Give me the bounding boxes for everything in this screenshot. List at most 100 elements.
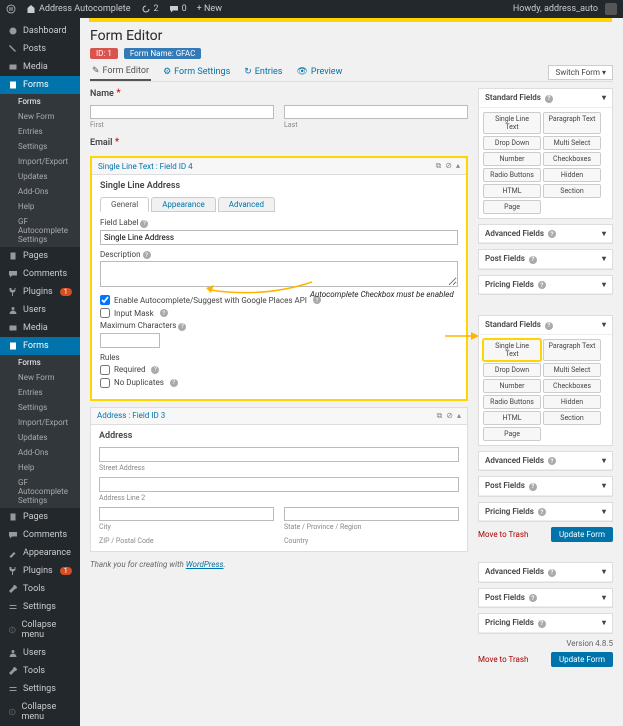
submenu2-addons[interactable]: Add-Ons	[0, 445, 80, 460]
fbtn-page2[interactable]: Page	[483, 427, 541, 441]
menu-settings[interactable]: Settings	[0, 598, 80, 616]
sp-head-adv[interactable]: Advanced Fields ?▾	[479, 225, 612, 244]
fbtn-num[interactable]: Number	[483, 152, 541, 166]
name-last-input[interactable]	[284, 105, 468, 119]
help-icon[interactable]: ?	[170, 379, 178, 387]
menu-comments2[interactable]: Comments	[0, 526, 80, 544]
menu-users2[interactable]: Users	[0, 644, 80, 662]
fbtn-ms2[interactable]: Multi Select	[543, 363, 601, 377]
required-checkbox[interactable]	[100, 365, 110, 375]
sp-head-post[interactable]: Post Fields ?▾	[479, 250, 612, 269]
submenu2-import[interactable]: Import/Export	[0, 415, 80, 430]
submenu-help[interactable]: Help	[0, 199, 80, 214]
menu-pages[interactable]: Pages	[0, 247, 80, 265]
sp-head-pricing[interactable]: Pricing Fields ?▾	[479, 276, 612, 295]
fbtn-hid[interactable]: Hidden	[543, 168, 601, 182]
fbtn-page[interactable]: Page	[483, 200, 541, 214]
update-form-button2[interactable]: Update Form	[551, 652, 613, 667]
fbtn-rb[interactable]: Radio Buttons	[483, 168, 541, 182]
field-label-input[interactable]	[100, 230, 458, 245]
submenu-settings[interactable]: Settings	[0, 139, 80, 154]
tab-entries[interactable]: ↻ Entries	[242, 64, 284, 80]
sp-head-adv3[interactable]: Advanced Fields ?▾	[479, 563, 612, 582]
addr-line2-input[interactable]	[99, 477, 459, 492]
menu-media[interactable]: Media	[0, 58, 80, 76]
submenu2-help[interactable]: Help	[0, 460, 80, 475]
tab-form-editor[interactable]: ✎ Form Editor	[90, 63, 151, 81]
panel-del-icon[interactable]: ⊘	[445, 161, 452, 171]
submenu-forms[interactable]: Forms	[0, 94, 80, 109]
addr-city-input[interactable]	[99, 507, 274, 521]
submenu2-settings[interactable]: Settings	[0, 400, 80, 415]
help-icon[interactable]: ?	[140, 220, 148, 228]
tab-form-settings[interactable]: ⚙ Form Settings	[161, 64, 232, 80]
submenu-gfac[interactable]: GF Autocomplete Settings	[0, 214, 80, 247]
site-name[interactable]: Address Autocomplete	[26, 4, 131, 14]
tab-preview[interactable]: 👁 Preview	[294, 64, 344, 80]
fbtn-slt2[interactable]: Single Line Text	[483, 339, 541, 361]
fbtn-dd[interactable]: Drop Down	[483, 136, 541, 150]
fbtn-html2[interactable]: HTML	[483, 411, 541, 425]
menu-users[interactable]: Users	[0, 301, 80, 319]
submenu2-newform[interactable]: New Form	[0, 370, 80, 385]
sp-head-pricing2[interactable]: Pricing Fields ?▾	[479, 503, 612, 522]
input-mask-checkbox[interactable]	[100, 308, 110, 318]
menu-dashboard[interactable]: Dashboard	[0, 22, 80, 40]
panel-del-icon[interactable]: ⊘	[446, 411, 453, 421]
menu-tools[interactable]: Tools	[0, 580, 80, 598]
fbtn-cb2[interactable]: Checkboxes	[543, 379, 601, 393]
new-link[interactable]: + New	[197, 4, 222, 14]
name-first-input[interactable]	[90, 105, 274, 119]
submenu2-entries[interactable]: Entries	[0, 385, 80, 400]
update-form-button[interactable]: Update Form	[551, 527, 613, 542]
updates-icon[interactable]: 2	[141, 4, 159, 14]
menu-pages2[interactable]: Pages	[0, 508, 80, 526]
panel-dup-icon[interactable]: ⧉	[436, 161, 442, 171]
submenu2-forms[interactable]: Forms	[0, 355, 80, 370]
menu-settings2[interactable]: Settings	[0, 680, 80, 698]
fbtn-sec[interactable]: Section	[543, 184, 601, 198]
help-icon[interactable]: ?	[160, 309, 168, 317]
addr-state-input[interactable]	[284, 507, 459, 521]
subtab-advanced[interactable]: Advanced	[218, 197, 275, 212]
menu-appearance[interactable]: Appearance	[0, 544, 80, 562]
nodup-checkbox[interactable]	[100, 378, 110, 388]
fbtn-ms[interactable]: Multi Select	[543, 136, 601, 150]
help-icon[interactable]: ?	[151, 366, 159, 374]
menu-forms[interactable]: Forms	[0, 76, 80, 94]
addr-street-input[interactable]	[99, 447, 459, 462]
menu-collapse[interactable]: Collapse menu	[0, 616, 80, 644]
menu-comments[interactable]: Comments	[0, 265, 80, 283]
sp-head-standard2[interactable]: Standard Fields ?▾	[479, 316, 612, 335]
submenu2-updates[interactable]: Updates	[0, 430, 80, 445]
submenu-newform[interactable]: New Form	[0, 109, 80, 124]
fbtn-dd2[interactable]: Drop Down	[483, 363, 541, 377]
fbtn-pt[interactable]: Paragraph Text	[543, 112, 601, 134]
fbtn-rb2[interactable]: Radio Buttons	[483, 395, 541, 409]
menu-posts[interactable]: Posts	[0, 40, 80, 58]
howdy[interactable]: Howdy, address_auto	[513, 3, 617, 15]
subtab-general[interactable]: General	[100, 197, 149, 212]
sp-head-adv2[interactable]: Advanced Fields ?▾	[479, 452, 612, 471]
menu-forms2[interactable]: Forms	[0, 337, 80, 355]
description-textarea[interactable]	[100, 261, 458, 287]
panel-toggle-icon[interactable]: ▴	[456, 161, 460, 171]
help-icon[interactable]: ?	[178, 323, 186, 331]
fbtn-sec2[interactable]: Section	[543, 411, 601, 425]
move-to-trash[interactable]: Move to Trash	[478, 530, 528, 539]
switch-form[interactable]: Switch Form ▾	[548, 65, 613, 80]
fbtn-html[interactable]: HTML	[483, 184, 541, 198]
fbtn-hid2[interactable]: Hidden	[543, 395, 601, 409]
panel-toggle-icon[interactable]: ▴	[457, 411, 461, 421]
help-icon[interactable]: ?	[143, 251, 151, 259]
sp-head-post3[interactable]: Post Fields ?▾	[479, 589, 612, 608]
wordpress-link[interactable]: WordPress	[186, 560, 224, 569]
fbtn-slt[interactable]: Single Line Text	[483, 112, 541, 134]
enable-autocomplete-checkbox[interactable]	[100, 295, 110, 305]
sp-head-pricing3[interactable]: Pricing Fields ?▾	[479, 614, 612, 633]
panel-dup-icon[interactable]: ⧉	[437, 411, 443, 421]
fbtn-num2[interactable]: Number	[483, 379, 541, 393]
move-to-trash2[interactable]: Move to Trash	[478, 655, 528, 664]
submenu-addons[interactable]: Add-Ons	[0, 184, 80, 199]
menu-plugins2[interactable]: Plugins1	[0, 562, 80, 580]
